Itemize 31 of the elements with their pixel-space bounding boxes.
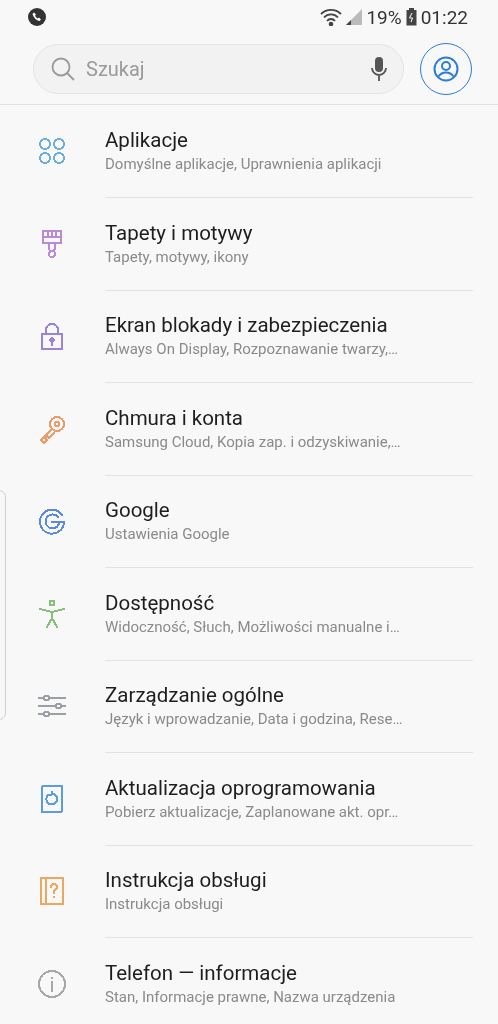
setting-title[interactable]: Telefon — informacje [105, 960, 473, 985]
setting-summary: Always On Display, Rozpoznawanie twarzy,… [105, 340, 400, 359]
wifi-icon [320, 8, 343, 26]
setting-summary: Ustawienia Google [105, 525, 231, 544]
setting-title[interactable]: Dostępność [105, 590, 473, 615]
profile-icon [433, 56, 459, 82]
search-icon [50, 56, 76, 82]
setting-title[interactable]: Aktualizacja oprogramowania [105, 775, 473, 800]
setting-title[interactable]: Tapety i motywy [105, 220, 473, 245]
battery-icon [405, 8, 417, 26]
setting-summary: Domyślne aplikacje, Uprawnienia aplikacji [105, 155, 383, 174]
signal-icon [346, 9, 363, 25]
setting-summary: Instrukcja obsługi [105, 895, 225, 914]
setting-summary: Samsung Cloud, Kopia zap. i odzyskiwanie,… [105, 432, 402, 451]
setting-title[interactable]: Zarządzanie ogólne [105, 683, 473, 708]
setting-summary: Język i wprowadzanie, Data i godzina, Rese… [105, 710, 404, 729]
search-input[interactable]: Szukaj [84, 56, 363, 82]
microphone-icon[interactable] [371, 56, 387, 82]
setting-title[interactable]: Ekran blokady i zabezpieczenia [105, 313, 473, 338]
battery-percentage: 19% [366, 5, 402, 29]
setting-title[interactable]: Instrukcja obsługi [105, 868, 473, 893]
setting-summary: Stan, Informacje prawne, Nazwa urządzenia [105, 987, 397, 1006]
setting-summary: Tapety, motywy, ikony [105, 247, 250, 266]
setting-title[interactable]: Aplikacje [105, 128, 473, 153]
clock: 01:22 [420, 5, 468, 29]
setting-summary: Pobierz aktualizacje, Zaplanowane akt. opr… [105, 802, 400, 821]
setting-title[interactable]: Chmura i konta [105, 405, 473, 430]
setting-summary: Widoczność, Słuch, Możliwości manualne i… [105, 617, 401, 636]
call-icon [28, 8, 46, 26]
search-field[interactable]: Szukaj [33, 44, 404, 94]
setting-title[interactable]: Google [105, 498, 473, 523]
